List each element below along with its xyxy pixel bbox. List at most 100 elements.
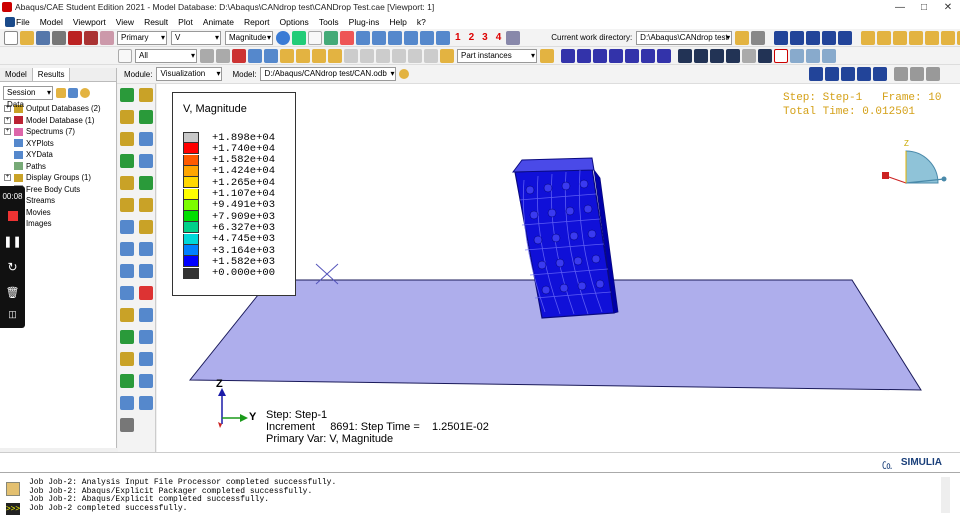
viewport-3-button[interactable]: 3 <box>482 32 488 43</box>
sel-f-icon[interactable] <box>280 48 294 63</box>
minimize-button[interactable]: — <box>888 2 912 13</box>
toolbox-tool-icon[interactable] <box>120 396 135 410</box>
tab-results[interactable]: Results <box>32 68 71 81</box>
tool-h-icon[interactable] <box>420 30 434 45</box>
magnify-icon[interactable] <box>593 48 607 63</box>
zoom-icon[interactable] <box>609 48 623 63</box>
tool-e-icon[interactable] <box>372 30 386 45</box>
last-frame-icon[interactable] <box>838 30 853 45</box>
cursor-icon[interactable] <box>308 30 322 45</box>
toolbox-tool-icon[interactable] <box>138 396 153 410</box>
toolbox-tool-icon[interactable] <box>120 286 135 300</box>
session-a-icon[interactable] <box>56 88 66 98</box>
display-group-icon[interactable] <box>540 48 554 63</box>
next-frame-icon[interactable] <box>822 30 837 45</box>
python-console-icon[interactable]: >>> <box>6 503 20 515</box>
tree-item[interactable]: XYData <box>0 149 116 161</box>
expand-icon[interactable]: + <box>4 116 11 124</box>
save-icon[interactable] <box>36 30 50 45</box>
toolbox-tool-icon[interactable] <box>120 220 135 234</box>
toolbox-tool-icon[interactable] <box>138 110 153 124</box>
toolbox-tool-icon[interactable] <box>120 308 135 322</box>
view-side-icon[interactable] <box>893 30 908 45</box>
play-pause-icon[interactable] <box>774 30 789 45</box>
message-area-icon[interactable] <box>6 482 20 496</box>
toolbox-tool-icon[interactable] <box>120 242 135 256</box>
model-select[interactable]: D:/Abaqus/CANdrop test/CAN.odb <box>260 67 397 81</box>
viewport-4-button[interactable]: 4 <box>496 32 502 43</box>
sel-l-icon[interactable] <box>376 48 390 63</box>
menu-viewport[interactable]: Viewport <box>73 17 106 27</box>
render-f-icon[interactable] <box>758 48 772 63</box>
box-zoom-icon[interactable] <box>625 48 639 63</box>
toolbox-tool-icon[interactable] <box>120 198 135 212</box>
sel-h-icon[interactable] <box>312 48 326 63</box>
tool-red-icon[interactable] <box>68 30 82 45</box>
text-annotation-icon[interactable] <box>774 48 788 63</box>
expand-icon[interactable]: + <box>4 174 11 182</box>
view-back-icon[interactable] <box>941 30 956 45</box>
toolbox-tool-icon[interactable] <box>138 88 153 102</box>
view-iso-icon[interactable] <box>861 30 876 45</box>
select-arrow-icon[interactable] <box>118 48 132 63</box>
view-bottom-icon[interactable] <box>925 30 940 45</box>
render-b-icon[interactable] <box>694 48 708 63</box>
menu-tools[interactable]: Tools <box>319 17 339 27</box>
sel-m-icon[interactable] <box>392 48 406 63</box>
toolbox-tool-icon[interactable] <box>120 110 135 124</box>
tab-model[interactable]: Model <box>0 68 33 81</box>
toolbox-tool-icon[interactable] <box>120 264 135 278</box>
tree-item[interactable]: XYPlots <box>0 138 116 150</box>
sel-n-icon[interactable] <box>408 48 422 63</box>
toolbox-tool-icon[interactable] <box>138 176 153 190</box>
tool-a-icon[interactable] <box>292 30 306 45</box>
query-a-icon[interactable] <box>806 48 820 63</box>
toolbox-tool-icon[interactable] <box>138 308 153 322</box>
anim-last-icon[interactable] <box>873 67 887 81</box>
tool-query-icon[interactable] <box>84 30 98 45</box>
sel-g-icon[interactable] <box>296 48 310 63</box>
module-select[interactable]: Visualization <box>156 67 223 81</box>
step-select[interactable]: Primary <box>117 30 167 45</box>
sel-i-icon[interactable] <box>328 48 342 63</box>
anim-options-icon[interactable] <box>894 67 908 81</box>
arrow-annotation-icon[interactable] <box>790 48 804 63</box>
session-b-icon[interactable] <box>68 88 78 98</box>
sel-c-icon[interactable] <box>232 48 246 63</box>
cwd-open-icon[interactable] <box>735 30 750 45</box>
sel-k-icon[interactable] <box>360 48 374 63</box>
tool-d-icon[interactable] <box>356 30 370 45</box>
session-data-select[interactable]: Session Data <box>3 86 53 109</box>
rotate-icon[interactable] <box>577 48 591 63</box>
render-a-icon[interactable] <box>678 48 692 63</box>
tree-item[interactable]: + Model Database (1) <box>0 115 116 127</box>
menu-whats-this[interactable]: k? <box>417 17 426 27</box>
render-d-icon[interactable] <box>726 48 740 63</box>
new-file-icon[interactable] <box>4 30 18 45</box>
menu-plugins[interactable]: Plug-ins <box>349 17 380 27</box>
toolbox-tool-icon[interactable] <box>138 374 153 388</box>
pause-icon[interactable]: ❚❚ <box>0 235 25 248</box>
delete-icon[interactable]: 🗑 <box>0 286 25 299</box>
restart-icon[interactable]: ↻ <box>0 260 25 274</box>
tool-k-icon[interactable] <box>751 30 766 45</box>
view-triad[interactable] <box>882 150 947 184</box>
tool-c-icon[interactable] <box>340 30 354 45</box>
view-front-icon[interactable] <box>877 30 892 45</box>
tool-j-icon[interactable] <box>506 30 521 45</box>
menu-file[interactable]: File <box>16 17 30 27</box>
toolbox-tool-icon[interactable] <box>120 352 135 366</box>
toolbox-tool-icon[interactable] <box>120 176 135 190</box>
session-c-icon[interactable] <box>80 88 90 98</box>
toolbox-tool-icon[interactable] <box>138 330 153 344</box>
message-scrollbar[interactable] <box>941 477 950 513</box>
cwd-select[interactable]: D:\Abaqus\CANdrop test <box>636 30 733 45</box>
toolbox-tool-icon[interactable] <box>120 132 135 146</box>
stop-recording-icon[interactable] <box>7 211 18 221</box>
tool-i-icon[interactable] <box>436 30 450 45</box>
toolbox-tool-icon[interactable] <box>138 286 153 300</box>
movie-icon[interactable] <box>926 67 940 81</box>
toolbox-tool-icon[interactable] <box>120 88 135 102</box>
first-frame-icon[interactable] <box>790 30 805 45</box>
tool-f-icon[interactable] <box>388 30 402 45</box>
